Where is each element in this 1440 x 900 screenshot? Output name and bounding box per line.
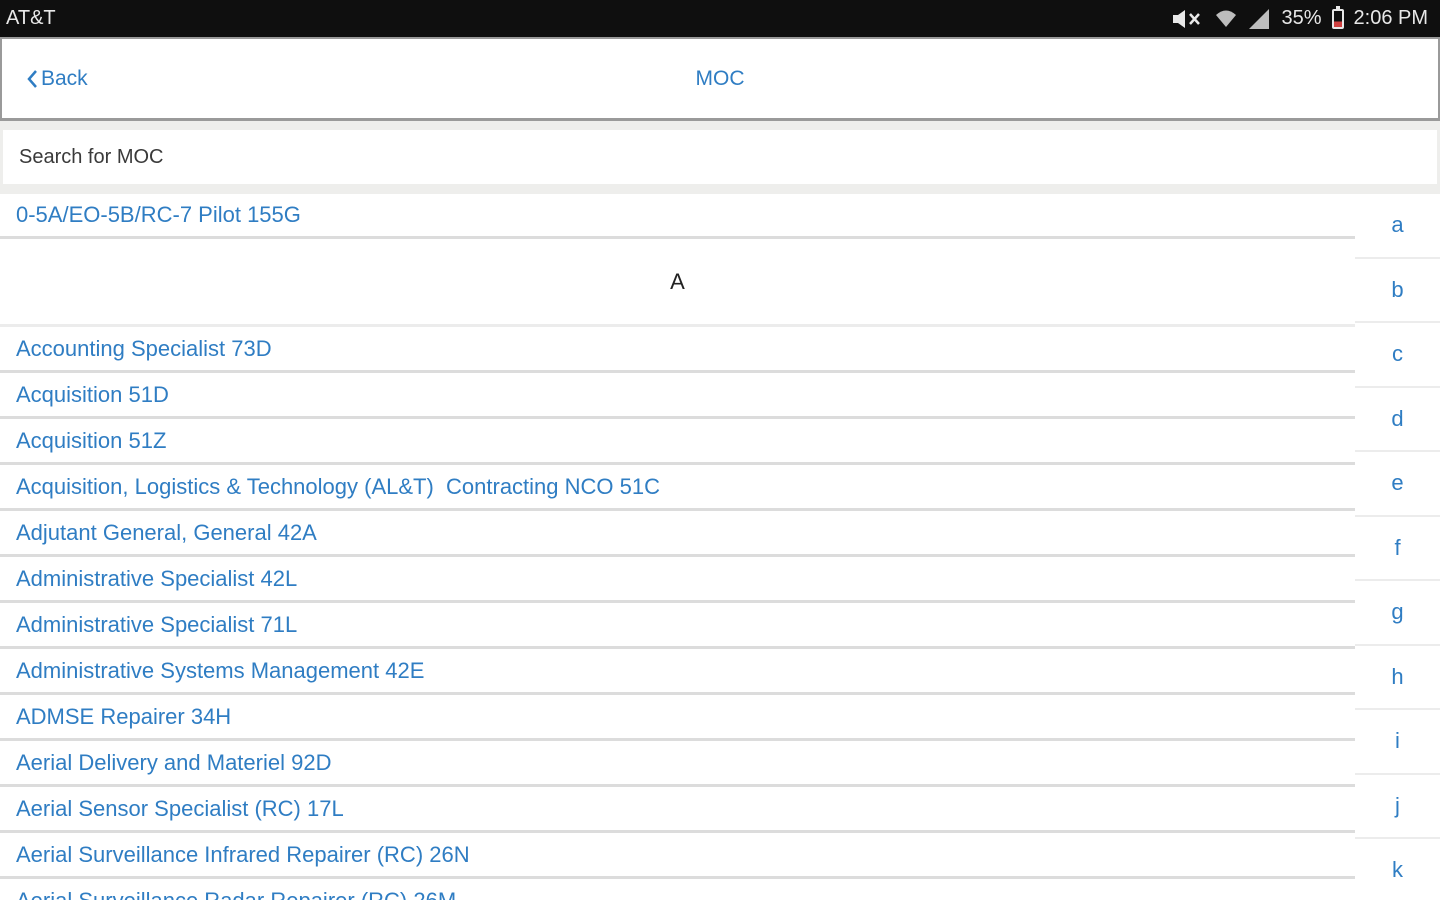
search-bar [0, 121, 1440, 194]
list-item[interactable]: Aerial Sensor Specialist (RC) 17L [0, 787, 1355, 833]
mute-icon [1171, 8, 1205, 30]
list-item[interactable]: Acquisition 51D [0, 373, 1355, 419]
clock: 2:06 PM [1353, 7, 1428, 29]
back-button[interactable]: Back [26, 67, 88, 91]
index-letter-e[interactable]: e [1355, 452, 1440, 517]
index-letter-j[interactable]: j [1355, 775, 1440, 839]
list-item[interactable]: Accounting Specialist 73D [0, 327, 1355, 373]
list-item[interactable]: Aerial Surveillance Radar Repairer (RC) … [0, 879, 1355, 900]
list-item[interactable]: Administrative Specialist 71L [0, 603, 1355, 649]
index-letter-a[interactable]: a [1355, 194, 1440, 259]
index-letter-i[interactable]: i [1355, 710, 1440, 775]
alphabet-index: a b c d e f g h i j k [1355, 194, 1440, 900]
moc-list: 0-5A/EO-5B/RC-7 Pilot 155G A Accounting … [0, 194, 1355, 900]
list-item[interactable]: 0-5A/EO-5B/RC-7 Pilot 155G [0, 194, 1355, 239]
carrier-label: AT&T [6, 7, 56, 29]
list-item[interactable]: Acquisition, Logistics & Technology (AL&… [0, 465, 1355, 511]
index-letter-k[interactable]: k [1355, 839, 1440, 900]
section-header: A [0, 239, 1355, 327]
battery-percent: 35% [1281, 7, 1322, 29]
signal-icon [1247, 8, 1271, 30]
list-item[interactable]: Aerial Surveillance Infrared Repairer (R… [0, 833, 1355, 879]
list-item[interactable]: Acquisition 51Z [0, 419, 1355, 465]
list-item[interactable]: Adjutant General, General 42A [0, 511, 1355, 557]
status-bar: AT&T 35% 2:06 PM [0, 0, 1440, 37]
index-letter-g[interactable]: g [1355, 581, 1440, 646]
list-item[interactable]: Administrative Specialist 42L [0, 557, 1355, 603]
page-title: MOC [695, 67, 745, 90]
search-input[interactable] [3, 130, 1437, 184]
list-item[interactable]: ADMSE Repairer 34H [0, 695, 1355, 741]
index-letter-b[interactable]: b [1355, 259, 1440, 323]
index-letter-c[interactable]: c [1355, 323, 1440, 388]
wifi-icon [1215, 8, 1237, 30]
index-letter-h[interactable]: h [1355, 646, 1440, 710]
list-item[interactable]: Administrative Systems Management 42E [0, 649, 1355, 695]
list-item[interactable]: Aerial Delivery and Materiel 92D [0, 741, 1355, 787]
status-icons: 35% 2:06 PM [1171, 5, 1428, 30]
back-label: Back [41, 67, 88, 90]
navigation-bar: Back MOC [0, 37, 1440, 121]
index-letter-f[interactable]: f [1355, 517, 1440, 581]
battery-icon [1331, 5, 1344, 29]
chevron-left-icon [27, 70, 37, 88]
index-letter-d[interactable]: d [1355, 388, 1440, 452]
